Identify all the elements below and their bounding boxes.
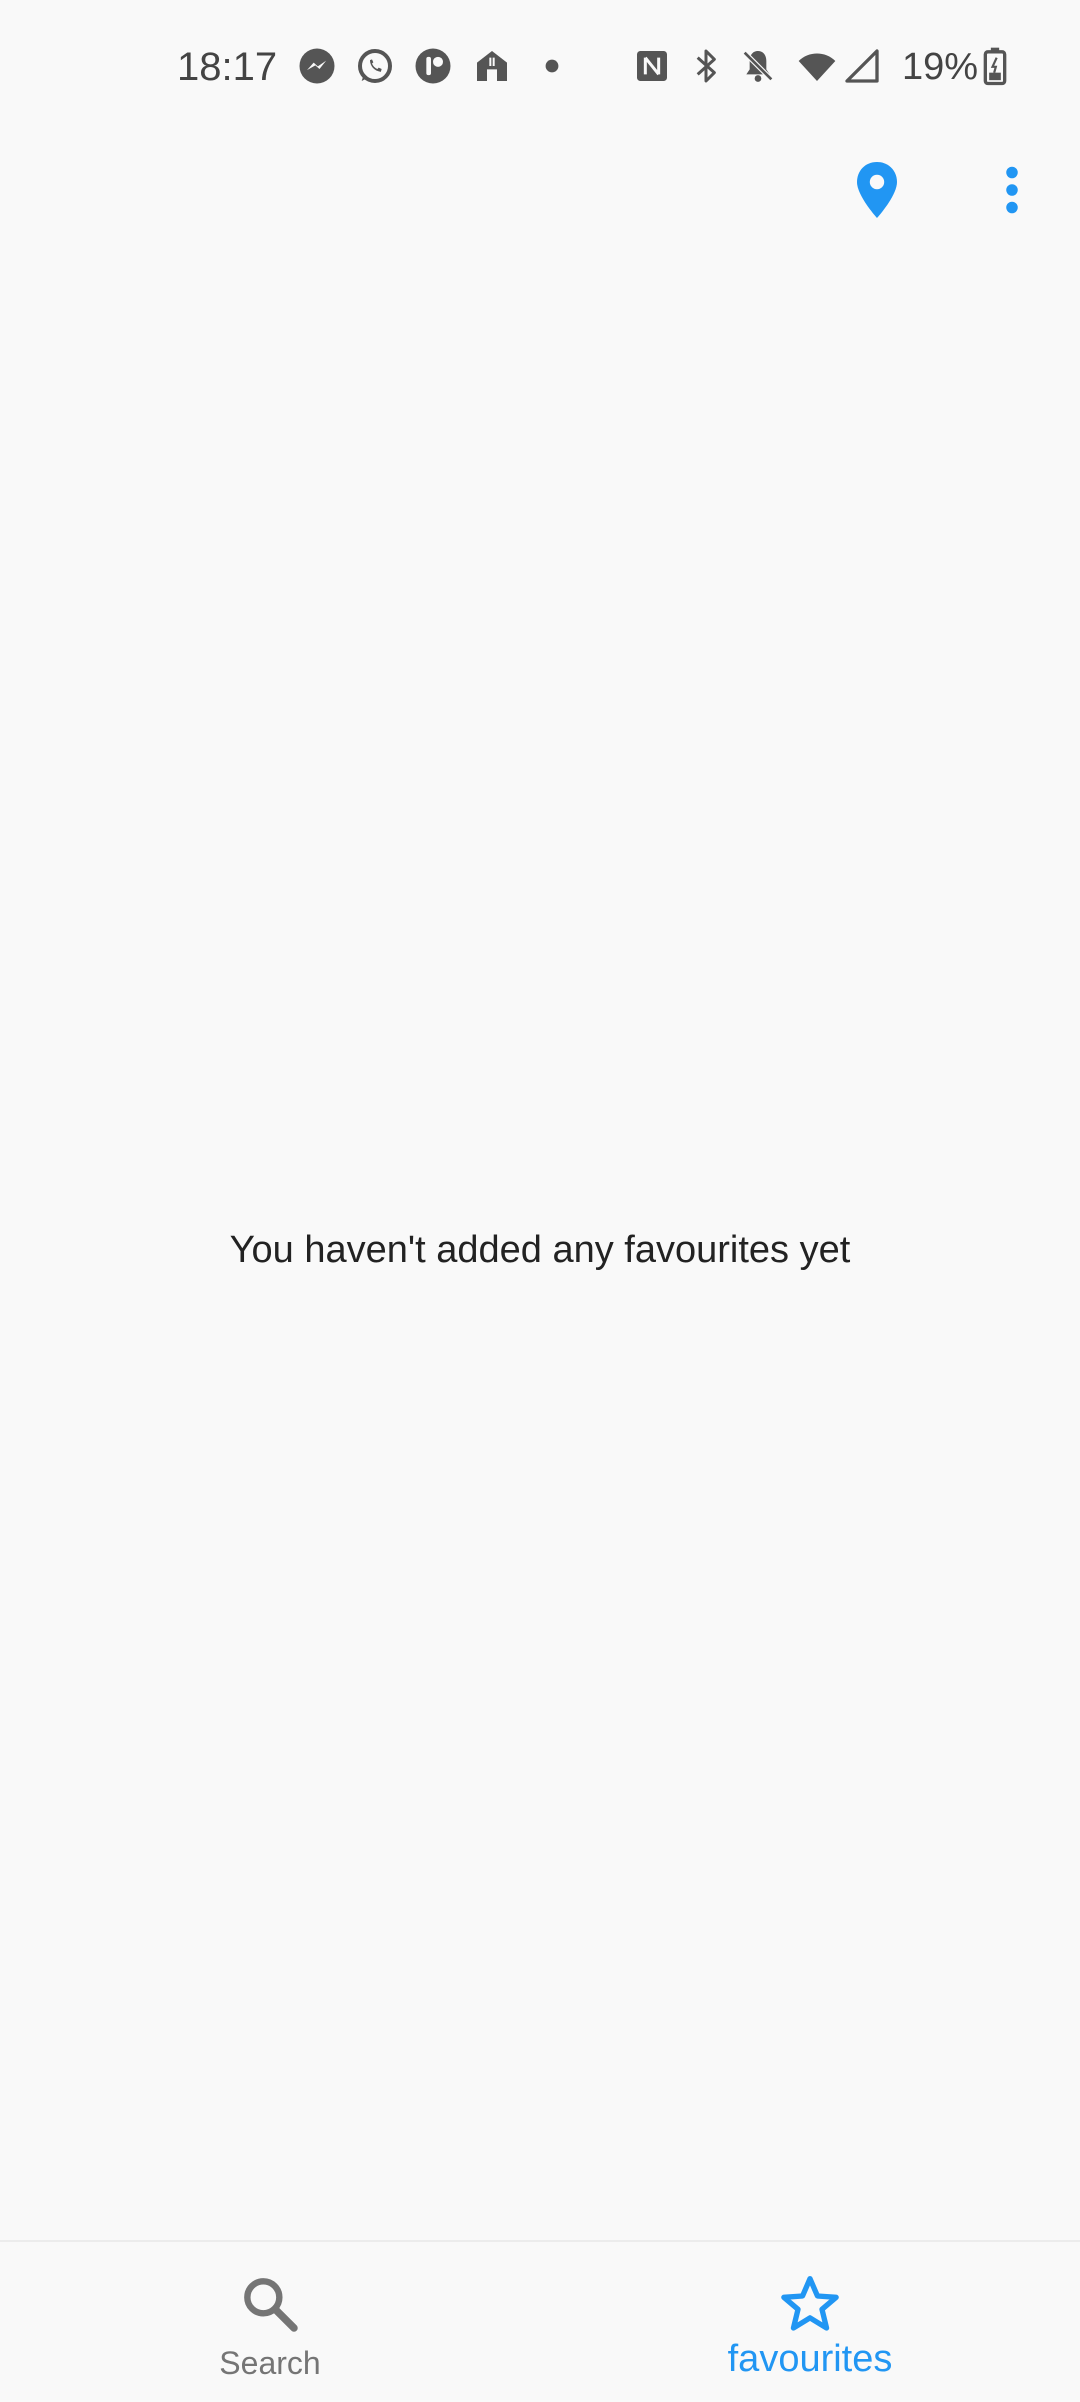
star-icon xyxy=(778,2272,842,2336)
empty-favourites-message: You haven't added any favourites yet xyxy=(229,1229,851,1271)
app-icon xyxy=(413,46,453,86)
more-options-button[interactable] xyxy=(972,150,1052,230)
battery-percent: 19% xyxy=(902,46,979,88)
nav-search-label: Search xyxy=(219,2345,321,2381)
battery-icon xyxy=(980,46,1010,86)
nav-favourites-label: favourites xyxy=(727,2338,893,2380)
bluetooth-icon xyxy=(686,46,726,86)
food-delivery-icon xyxy=(472,46,512,86)
status-bar: 18:17 19% xyxy=(0,0,1080,130)
bottom-navigation: Search favourites xyxy=(0,2240,1080,2402)
app-bar xyxy=(0,130,1080,240)
whatsapp-icon xyxy=(355,46,395,86)
nav-search[interactable]: Search xyxy=(0,2242,540,2402)
dot-icon xyxy=(544,58,560,74)
status-time: 18:17 xyxy=(177,45,278,89)
location-icon xyxy=(857,162,897,218)
location-button[interactable] xyxy=(837,150,917,230)
search-icon xyxy=(238,2272,302,2336)
cell-signal-icon xyxy=(842,46,882,86)
nfc-icon xyxy=(632,46,672,86)
more-vert-icon xyxy=(1006,166,1018,214)
messenger-icon xyxy=(297,46,337,86)
bell-muted-icon xyxy=(738,46,778,86)
wifi-icon xyxy=(795,46,839,86)
nav-favourites[interactable]: favourites xyxy=(540,2242,1080,2402)
